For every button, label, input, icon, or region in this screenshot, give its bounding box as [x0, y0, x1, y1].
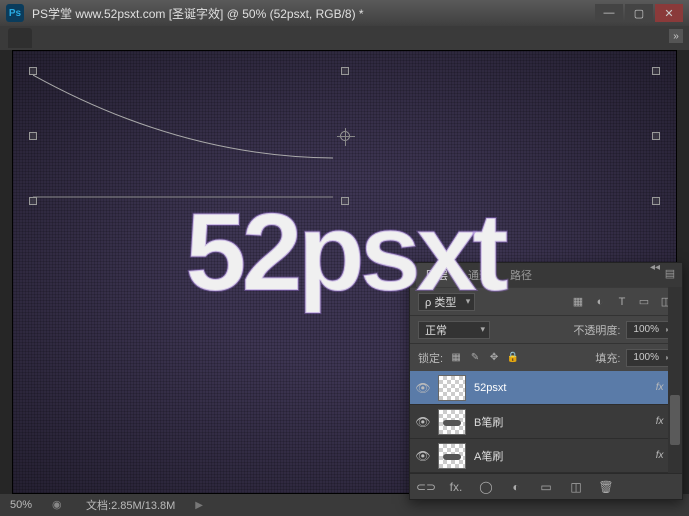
transform-handle-bottom-mid[interactable] [341, 197, 349, 205]
layers-list: 👁 52psxt fx ▾ 👁 B笔刷 fx ▾ 👁 A笔刷 fx ▾ [410, 371, 682, 473]
add-layer-style-icon[interactable]: fx. [448, 479, 464, 495]
filter-adjustment-icon[interactable]: ◐ [592, 294, 608, 310]
filter-shape-icon[interactable]: ▭ [636, 294, 652, 310]
layer-effects-badge[interactable]: fx [656, 382, 664, 393]
layer-thumbnail[interactable] [438, 375, 466, 401]
transform-bounding-box[interactable] [33, 71, 656, 201]
new-layer-icon[interactable]: ◫ [568, 479, 584, 495]
layer-thumbnail[interactable] [438, 443, 466, 469]
layer-name[interactable]: 52psxt [474, 382, 648, 394]
visibility-toggle-icon[interactable]: 👁 [416, 381, 430, 395]
blend-opacity-row: 正常 不透明度: 100% [410, 315, 682, 343]
status-menu-arrow-icon[interactable]: ▶ [195, 500, 203, 511]
lock-transparency-icon[interactable]: ▦ [449, 351, 463, 365]
warp-curve-path [33, 71, 333, 201]
layer-row[interactable]: 👁 B笔刷 fx ▾ [410, 405, 682, 439]
canvas-text-layer[interactable]: 52psxt [185, 189, 504, 316]
layer-row[interactable]: 👁 52psxt fx ▾ [410, 371, 682, 405]
app-window: Ps PS学堂 www.52psxt.com [圣诞字效] @ 50% (52p… [0, 0, 689, 516]
fill-input[interactable]: 100% [626, 349, 674, 367]
layer-row[interactable]: 👁 A笔刷 fx ▾ [410, 439, 682, 473]
panel-collapse-button[interactable]: ◂◂ [650, 262, 660, 273]
link-layers-icon[interactable]: ⊂⊃ [418, 479, 434, 495]
layers-panel-footer: ⊂⊃ fx. ◯ ◐ ▭ ◫ 🗑 [410, 473, 682, 499]
visibility-toggle-icon[interactable]: 👁 [416, 449, 430, 463]
panel-scrollbar-track[interactable] [668, 287, 682, 473]
status-preview-icon[interactable]: ◉ [52, 498, 66, 512]
document-title: PS学堂 www.52psxt.com [圣诞字效] @ 50% (52psxt… [32, 5, 595, 22]
blend-mode-dropdown[interactable]: 正常 [418, 321, 490, 339]
filter-pixel-icon[interactable]: ▦ [570, 294, 586, 310]
add-adjustment-icon[interactable]: ◐ [508, 479, 524, 495]
layer-thumbnail[interactable] [438, 409, 466, 435]
transform-center-point[interactable] [340, 131, 350, 141]
lock-fill-row: 锁定: ▦ ✎ ✥ 🔒 填充: 100% [410, 343, 682, 371]
app-icon: Ps [6, 4, 24, 22]
new-group-icon[interactable]: ▭ [538, 479, 554, 495]
transform-handle-mid-left[interactable] [29, 132, 37, 140]
tab-paths[interactable]: 路径 [500, 263, 542, 287]
panel-menu-icon[interactable]: ▤ [662, 266, 678, 280]
transform-handle-top-left[interactable] [29, 67, 37, 75]
visibility-toggle-icon[interactable]: 👁 [416, 415, 430, 429]
minimize-button[interactable]: — [595, 4, 623, 22]
opacity-input[interactable]: 100% [626, 321, 674, 339]
lock-position-icon[interactable]: ✥ [487, 351, 501, 365]
add-mask-icon[interactable]: ◯ [478, 479, 494, 495]
transform-handle-bottom-left[interactable] [29, 197, 37, 205]
lock-all-icon[interactable]: 🔒 [506, 351, 520, 365]
lock-label: 锁定: [418, 350, 443, 366]
titlebar[interactable]: Ps PS学堂 www.52psxt.com [圣诞字效] @ 50% (52p… [0, 0, 689, 26]
delete-layer-icon[interactable]: 🗑 [598, 479, 614, 495]
close-button[interactable]: ✕ [655, 4, 683, 22]
transform-handle-top-right[interactable] [652, 67, 660, 75]
transform-handle-top-mid[interactable] [341, 67, 349, 75]
document-tab[interactable] [8, 28, 32, 48]
layer-effects-badge[interactable]: fx [656, 450, 664, 461]
document-size-info[interactable]: 文档:2.85M/13.8M [86, 497, 175, 513]
maximize-button[interactable]: ▢ [625, 4, 653, 22]
lock-pixels-icon[interactable]: ✎ [468, 351, 482, 365]
tab-expand-button[interactable]: » [669, 29, 683, 43]
layer-name[interactable]: B笔刷 [474, 414, 648, 430]
opacity-label: 不透明度: [573, 322, 620, 338]
transform-handle-bottom-right[interactable] [652, 197, 660, 205]
zoom-level[interactable]: 50% [10, 499, 32, 511]
filter-text-icon[interactable]: T [614, 294, 630, 310]
transform-handle-mid-right[interactable] [652, 132, 660, 140]
fill-label: 填充: [595, 350, 620, 366]
layer-effects-badge[interactable]: fx [656, 416, 664, 427]
layer-name[interactable]: A笔刷 [474, 448, 648, 464]
document-tab-bar: » [0, 26, 689, 50]
panel-scrollbar-thumb[interactable] [670, 395, 680, 445]
